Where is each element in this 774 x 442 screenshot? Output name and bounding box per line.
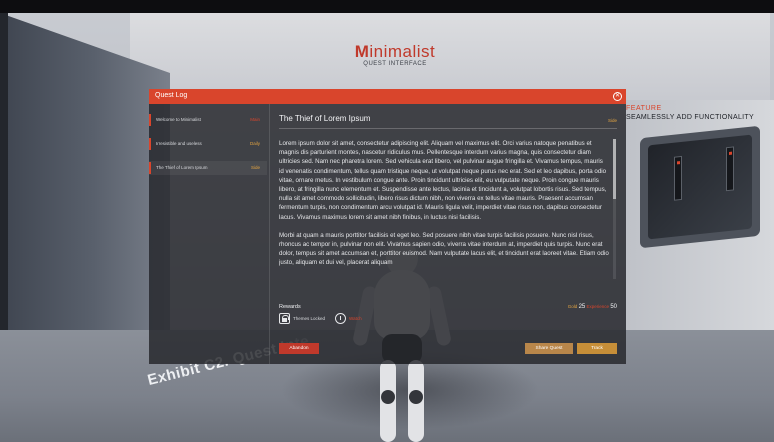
display-case xyxy=(640,125,760,249)
quest-title: The Thief of Lorem Ipsum xyxy=(279,114,371,123)
logo-initial: M xyxy=(354,42,370,61)
scrollbar-thumb[interactable] xyxy=(613,139,616,199)
share-quest-button[interactable]: Share Quest xyxy=(525,343,573,354)
experience-value: 50 xyxy=(610,304,617,310)
quest-kind-badge: Side xyxy=(250,165,260,170)
reward-item-text: Themes Locked xyxy=(293,316,326,321)
quest-list: Welcome to Minimalist Main Irresistible … xyxy=(149,104,269,364)
quest-list-item-welcome[interactable]: Welcome to Minimalist Main xyxy=(149,113,267,127)
logo-title-rest: inimalist xyxy=(369,42,436,61)
feature-text: SEAMLESSLY ADD FUNCTIONALITY xyxy=(626,114,754,121)
quest-indicator-bar xyxy=(149,114,151,126)
gold-label: Gold xyxy=(567,304,578,309)
quest-log-window: Quest Log ✕ Welcome to Minimalist Main I… xyxy=(149,89,626,364)
display-cabinet xyxy=(726,146,734,192)
quest-indicator-bar xyxy=(149,138,151,150)
window-title: Quest Log xyxy=(155,92,188,99)
top-bar xyxy=(0,0,774,13)
quest-kind-label: Side xyxy=(607,118,617,123)
quest-name: The Thief of Lorem Ipsum xyxy=(156,165,208,170)
quest-list-item-thief[interactable]: The Thief of Lorem Ipsum Side xyxy=(149,161,267,175)
quest-indicator-bar xyxy=(149,162,151,174)
quest-kind-badge: Daily xyxy=(249,141,260,146)
description-paragraph: Lorem ipsum dolor sit amet, consectetur … xyxy=(279,140,607,221)
quest-log-title-bar: Quest Log ✕ xyxy=(149,89,626,104)
lock-icon xyxy=(279,313,290,324)
quest-name: Irresistible and useless xyxy=(156,141,202,146)
close-icon[interactable]: ✕ xyxy=(613,92,622,101)
logo-title: Minimalist xyxy=(330,42,460,62)
description-paragraph: Morbi at quam a mauris porttitor facilis… xyxy=(279,231,609,267)
feature-callout: FEATURE SEAMLESSLY ADD FUNCTIONALITY xyxy=(626,105,772,121)
robot-knee xyxy=(381,390,395,404)
display-cabinet xyxy=(674,155,682,201)
feature-tag: FEATURE xyxy=(626,105,662,112)
track-button[interactable]: Track xyxy=(577,343,617,354)
rewards-label: Rewards xyxy=(279,304,301,310)
quest-name: Welcome to Minimalist xyxy=(156,117,201,122)
logo-subtitle: QUEST INTERFACE xyxy=(363,61,427,67)
quest-list-item-irresistible[interactable]: Irresistible and useless Daily xyxy=(149,137,267,151)
quest-detail-panel: The Thief of Lorem Ipsum Side Lorem ipsu… xyxy=(270,104,626,364)
display-case-inner xyxy=(648,134,752,240)
experience-label: Experience xyxy=(586,304,610,309)
title-divider xyxy=(279,128,617,129)
watch-icon xyxy=(335,313,346,324)
reward-stats: Gold 25 Experience 50 xyxy=(568,304,617,310)
quest-description[interactable]: Lorem ipsum dolor sit amet, consectetur … xyxy=(279,139,609,287)
gold-value: 25 xyxy=(578,304,586,310)
quest-kind-badge: Main xyxy=(250,117,260,122)
robot-knee xyxy=(409,390,423,404)
abandon-button[interactable]: Abandon xyxy=(279,343,319,354)
minimalist-logo: Minimalist QUEST INTERFACE xyxy=(330,42,460,67)
reward-item-text: Watch xyxy=(349,316,362,321)
description-scrollbar[interactable] xyxy=(613,139,616,279)
